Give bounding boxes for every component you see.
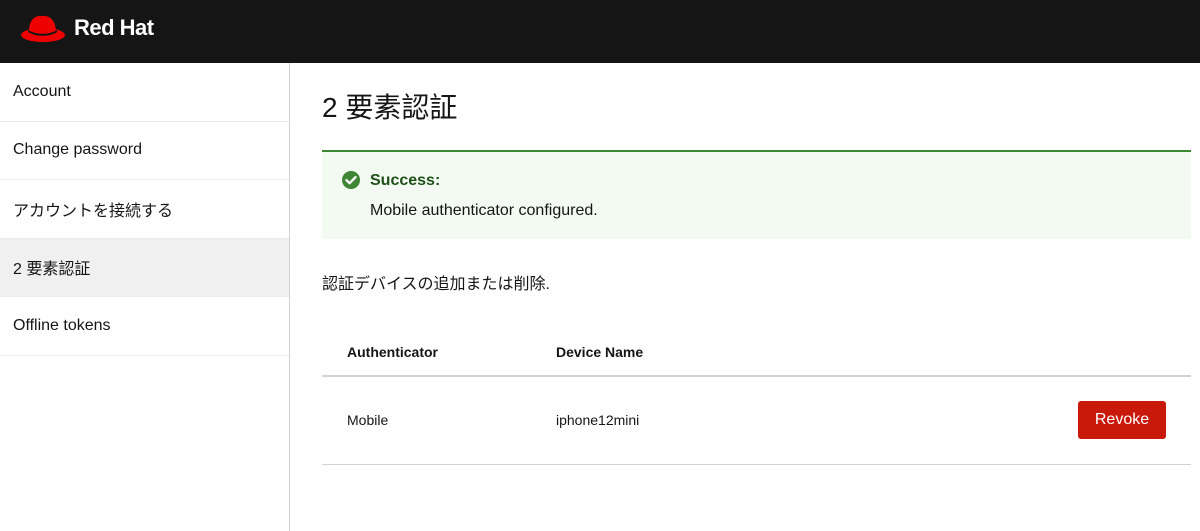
page-title: 2 要素認証: [322, 92, 458, 123]
instructions-text: 認証デバイスの追加または削除.: [322, 276, 550, 293]
sidebar-item-label: Account: [13, 82, 71, 100]
revoke-button[interactable]: Revoke: [1078, 401, 1166, 439]
alert-message: Mobile authenticator configured.: [370, 202, 598, 219]
column-header-device-name: Device Name: [556, 344, 644, 360]
check-circle-icon: [341, 170, 361, 195]
sidebar-item-label: アカウントを接続する: [13, 202, 174, 220]
sidebar-item-offline-tokens[interactable]: Offline tokens: [0, 297, 289, 356]
sidebar-item-two-factor[interactable]: 2 要素認証: [0, 238, 289, 297]
sidebar-nav: Account Change password アカウントを接続する 2 要素認…: [0, 63, 290, 531]
success-alert: Success: Mobile authenticator configured…: [322, 150, 1191, 239]
table-row: Mobile iphone12mini Revoke: [322, 377, 1191, 465]
sidebar-item-label: 2 要素認証: [13, 261, 91, 279]
main-content: 2 要素認証 Success: Mobile authenticator con…: [322, 63, 1191, 465]
alert-title: Success:: [370, 172, 441, 189]
sidebar-item-account[interactable]: Account: [0, 63, 289, 122]
cell-authenticator: Mobile: [347, 412, 389, 428]
sidebar-item-label: Change password: [13, 141, 142, 159]
brand-name: Red Hat: [74, 14, 154, 40]
table-header: Authenticator Device Name: [322, 334, 1191, 377]
sidebar-item-change-password[interactable]: Change password: [0, 122, 289, 180]
authenticator-table: Authenticator Device Name Mobile iphone1…: [322, 334, 1191, 465]
cell-device-name: iphone12mini: [556, 412, 640, 428]
top-header: Red Hat: [0, 0, 1200, 63]
red-hat-fedora-icon: [20, 13, 66, 43]
sidebar-item-linked-accounts[interactable]: アカウントを接続する: [0, 180, 289, 239]
brand-logo[interactable]: Red Hat: [20, 13, 154, 43]
column-header-authenticator: Authenticator: [347, 344, 438, 360]
sidebar-item-label: Offline tokens: [13, 316, 111, 334]
